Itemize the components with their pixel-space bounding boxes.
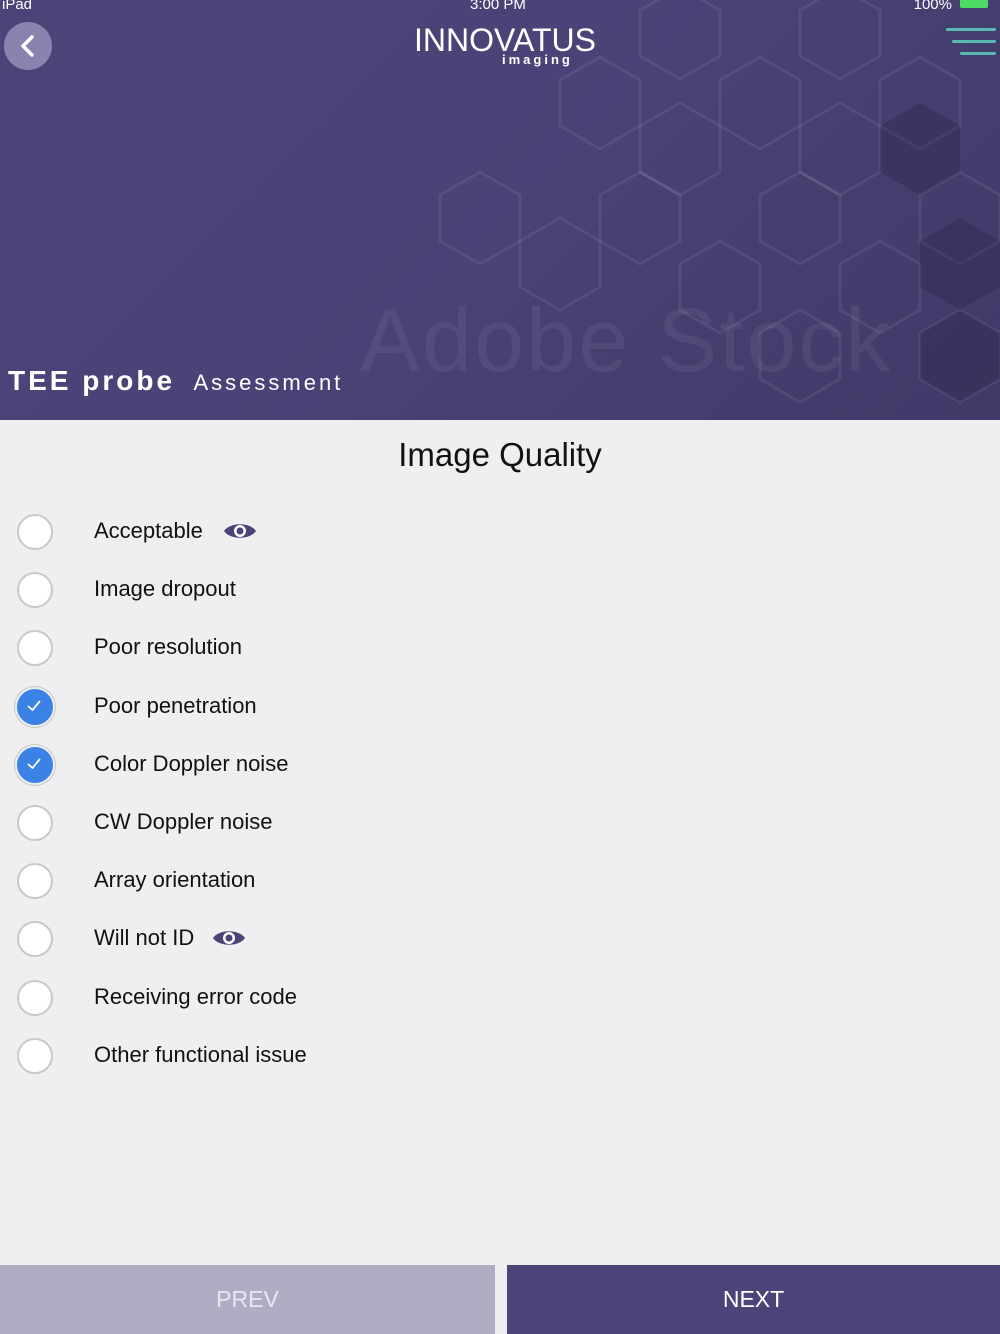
option-poor-penetration[interactable]: Poor penetration — [0, 689, 600, 739]
header-banner: Adobe Stock iPad 3:00 PM 100% INNOVATUS … — [0, 0, 1000, 420]
option-cw-doppler-noise[interactable]: CW Doppler noise — [0, 805, 600, 855]
device-label: iPad — [2, 0, 33, 13]
radio-button[interactable] — [17, 572, 53, 608]
page-title: TEE probe Assessment — [8, 365, 343, 397]
eye-icon[interactable] — [212, 927, 246, 949]
option-receiving-error-code[interactable]: Receiving error code — [0, 980, 600, 1030]
option-poor-resolution[interactable]: Poor resolution — [0, 630, 600, 680]
option-label: Receiving error code — [94, 984, 297, 1009]
option-label: Acceptable — [94, 518, 203, 543]
option-label: Poor resolution — [94, 634, 242, 659]
radio-button[interactable] — [17, 805, 53, 841]
footer-nav: PREV NEXT — [0, 1265, 1000, 1334]
radio-button[interactable] — [17, 1038, 53, 1074]
radio-button-checked[interactable] — [17, 689, 53, 725]
option-other-functional-issue[interactable]: Other functional issue — [0, 1038, 600, 1088]
radio-button[interactable] — [17, 980, 53, 1016]
radio-button[interactable] — [17, 630, 53, 666]
status-bar: iPad 3:00 PM 100% — [0, 0, 1000, 14]
option-color-doppler-noise[interactable]: Color Doppler noise — [0, 747, 600, 797]
option-image-dropout[interactable]: Image dropout — [0, 572, 600, 622]
watermark-text: Adobe Stock — [360, 291, 893, 391]
menu-bar — [960, 52, 996, 55]
radio-button[interactable] — [17, 921, 53, 957]
innovatus-logo: INNOVATUS imaging — [414, 22, 596, 74]
option-will-not-id[interactable]: Will not ID — [0, 921, 600, 971]
option-label: Will not ID — [94, 925, 195, 950]
option-acceptable[interactable]: Acceptable — [0, 514, 600, 564]
menu-button[interactable] — [946, 28, 996, 64]
back-button[interactable] — [4, 22, 52, 70]
radio-button[interactable] — [17, 514, 53, 550]
chevron-left-icon — [21, 35, 34, 57]
logo-sub-text: imaging — [502, 52, 573, 67]
option-label: Image dropout — [94, 576, 236, 601]
eye-icon[interactable] — [223, 520, 257, 542]
title-probe: TEE probe — [8, 365, 176, 396]
option-label: CW Doppler noise — [94, 809, 273, 834]
radio-button[interactable] — [17, 863, 53, 899]
checkmark-icon — [27, 758, 41, 769]
title-assessment: Assessment — [193, 370, 344, 395]
status-time: 3:00 PM — [470, 0, 526, 13]
option-array-orientation[interactable]: Array orientation — [0, 863, 600, 913]
menu-bar — [952, 40, 996, 43]
checkmark-icon — [27, 700, 41, 711]
prev-button[interactable]: PREV — [0, 1265, 495, 1334]
option-label: Color Doppler noise — [94, 751, 289, 776]
radio-button-checked[interactable] — [17, 747, 53, 783]
section-title: Image Quality — [398, 436, 602, 473]
battery-icon — [960, 0, 988, 8]
hamburger-menu-icon — [946, 28, 996, 31]
option-label: Array orientation — [94, 867, 256, 892]
option-label: Other functional issue — [94, 1042, 307, 1067]
option-label: Poor penetration — [94, 693, 257, 718]
battery-percent: 100% — [913, 0, 952, 13]
next-button[interactable]: NEXT — [507, 1265, 1000, 1334]
